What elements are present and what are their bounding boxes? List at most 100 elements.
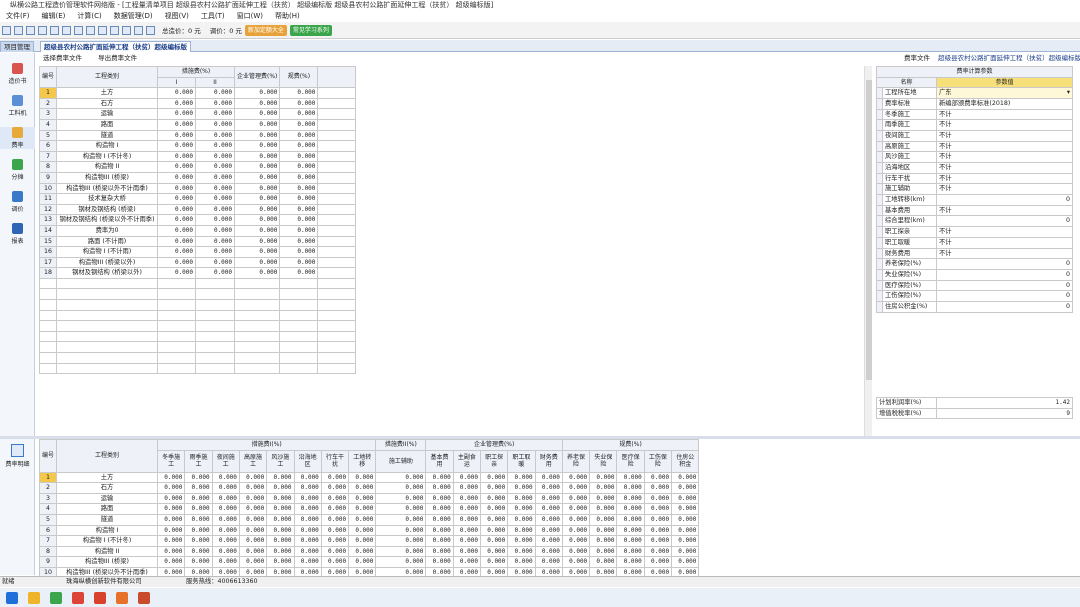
nav-item-0[interactable]: 造价书: [0, 63, 35, 85]
rate-cell[interactable]: 0.000: [425, 535, 454, 547]
rate-cell[interactable]: 0.000: [643, 524, 673, 537]
type-cell[interactable]: 构造物 II: [56, 161, 159, 173]
rate-cell[interactable]: 0.000: [348, 503, 377, 515]
nav-item-2[interactable]: 费率: [0, 127, 35, 149]
param-row[interactable]: 养老保险(%) 0: [876, 258, 1074, 270]
menu-item-7[interactable]: 帮助(H): [275, 10, 300, 22]
rate-cell[interactable]: 0.000: [234, 150, 281, 163]
rate-cell[interactable]: 0.000: [425, 503, 454, 515]
rate-cell[interactable]: 0.000: [643, 503, 673, 515]
rate-cell[interactable]: 0.000: [279, 129, 319, 142]
type-cell[interactable]: 构造物III (桥梁): [56, 171, 159, 184]
table-row[interactable]: 12 钢材及钢结构 (桥梁) 0.000 0.000 0.000 0.000: [38, 203, 357, 216]
rate-cell[interactable]: 0.000: [195, 87, 236, 99]
table-row[interactable]: 2 石方 0.000 0.000 0.000 0.000: [38, 97, 357, 110]
nav-item-5[interactable]: 报表: [0, 223, 35, 245]
rate-cell[interactable]: 0.000: [184, 535, 213, 547]
rate-cell[interactable]: 0.000: [195, 171, 236, 184]
type-cell[interactable]: 技术复杂大桥: [56, 193, 159, 205]
rate-cell[interactable]: 0.000: [671, 503, 700, 515]
rate-cell[interactable]: 0.000: [293, 556, 322, 568]
tax-rate-input[interactable]: 9: [936, 407, 1073, 420]
rate-cell[interactable]: 0.000: [195, 108, 236, 120]
rate-cell[interactable]: 0.000: [266, 524, 295, 537]
rate-cell[interactable]: 0.000: [671, 535, 700, 547]
rate-cell[interactable]: 0.000: [561, 545, 591, 558]
save-icon[interactable]: [2, 25, 11, 35]
table-row[interactable]: 9 构造物III (桥梁) 0.000 0.000 0.000 0.000 0.000 0.0…: [38, 556, 700, 568]
rate-cell[interactable]: 0.000: [157, 140, 197, 152]
rate-cell[interactable]: 0.000: [279, 256, 319, 269]
param-value[interactable]: 0: [935, 268, 1074, 281]
rate-cell[interactable]: 0.000: [157, 203, 197, 216]
rate-cell[interactable]: 0.000: [195, 140, 236, 152]
rate-cell[interactable]: 0.000: [375, 545, 427, 558]
param-row[interactable]: 职工探亲 不计: [876, 226, 1074, 238]
rate-cell[interactable]: 0.000: [234, 140, 281, 152]
rate-cell[interactable]: 0.000: [375, 471, 427, 484]
rate-cell[interactable]: 0.000: [616, 513, 645, 526]
rate-cell[interactable]: 0.000: [279, 224, 319, 237]
rate-cell[interactable]: 0.000: [211, 524, 240, 537]
table-row[interactable]: 6 构造物 I 0.000 0.000 0.000 0.000: [38, 140, 357, 152]
report-tool-icon[interactable]: [134, 25, 143, 35]
type-cell[interactable]: 钢材及钢结构 (桥梁): [56, 203, 159, 216]
rate-cell[interactable]: 0.000: [234, 108, 281, 120]
rate-cell[interactable]: 0.000: [320, 482, 350, 494]
param-row[interactable]: 住房公积金(%) 0: [876, 300, 1074, 313]
rate-cell[interactable]: 0.000: [234, 171, 281, 184]
rate-cell[interactable]: 0.000: [507, 492, 536, 505]
rate-cell[interactable]: 0.000: [195, 150, 236, 163]
rate-cell[interactable]: 0.000: [238, 503, 268, 515]
refresh-app-icon[interactable]: [50, 591, 62, 604]
rate-cell[interactable]: 0.000: [195, 97, 236, 110]
rate-cell[interactable]: 0.000: [425, 545, 454, 558]
rate-cell[interactable]: 0.000: [157, 524, 186, 537]
rate-cell[interactable]: 0.000: [234, 214, 281, 226]
rate-cell[interactable]: 0.000: [452, 556, 481, 568]
rate-cell[interactable]: 0.000: [157, 492, 186, 505]
rate-cell[interactable]: 0.000: [643, 556, 673, 568]
rate-cell[interactable]: 0.000: [589, 535, 618, 547]
param-value[interactable]: 不计: [935, 204, 1074, 217]
param-value[interactable]: 不计: [935, 172, 1074, 185]
param-row[interactable]: 失业保险(%) 0: [876, 268, 1074, 281]
table-row[interactable]: 11 技术复杂大桥 0.000 0.000 0.000 0.000: [38, 193, 357, 205]
rate-cell[interactable]: 0.000: [157, 118, 197, 131]
rate-cell[interactable]: 0.000: [184, 524, 213, 537]
rate-cell[interactable]: 0.000: [279, 171, 319, 184]
table-row[interactable]: 14 费率为0 0.000 0.000 0.000 0.000: [38, 224, 357, 237]
type-cell[interactable]: 构造物 I (不计冬): [56, 150, 159, 163]
type-cell[interactable]: 钢材及钢结构 (桥梁以外不计雨季): [56, 214, 159, 226]
rate-cell[interactable]: 0.000: [534, 503, 563, 515]
rate-cell[interactable]: 0.000: [157, 482, 186, 494]
rate-cell[interactable]: 0.000: [452, 471, 481, 484]
rate-cell[interactable]: 0.000: [589, 471, 618, 484]
rate-cell[interactable]: 0.000: [195, 182, 236, 195]
rate-cell[interactable]: 0.000: [195, 267, 236, 279]
rate-cell[interactable]: 0.000: [184, 513, 213, 526]
rate-cell[interactable]: 0.000: [157, 97, 197, 110]
param-value[interactable]: 0: [935, 300, 1074, 313]
rate-cell[interactable]: 0.000: [293, 545, 322, 558]
rate-file-value[interactable]: 超级县农村公路扩面延伸工程（扶贫）超级编标版: [938, 54, 1080, 62]
rate-cell[interactable]: 0.000: [534, 492, 563, 505]
rate-cell[interactable]: 0.000: [195, 161, 236, 173]
redo-icon[interactable]: [74, 25, 83, 35]
zongheng-icon[interactable]: [116, 591, 128, 604]
rate-cell[interactable]: 0.000: [479, 524, 509, 537]
rate-cell[interactable]: 0.000: [279, 182, 319, 195]
rate-cell[interactable]: 0.000: [195, 129, 236, 142]
rate-cell[interactable]: 0.000: [195, 214, 236, 226]
table-row[interactable]: 8 构造物 II 0.000 0.000 0.000 0.000 0.000 0.000 0.0…: [38, 545, 700, 558]
rate-cell[interactable]: 0.000: [589, 556, 618, 568]
rate-cell[interactable]: 0.000: [279, 87, 319, 99]
type-cell[interactable]: 路面: [56, 503, 159, 515]
rate-cell[interactable]: 0.000: [375, 535, 427, 547]
rate-cell[interactable]: 0.000: [234, 246, 281, 258]
rate-cell[interactable]: 0.000: [507, 513, 536, 526]
rate-cell[interactable]: 0.000: [279, 246, 319, 258]
rate-cell[interactable]: 0.000: [279, 140, 319, 152]
table-row[interactable]: 16 构造物 I (不计雨) 0.000 0.000 0.000 0.000: [38, 246, 357, 258]
rate-cell[interactable]: 0.000: [234, 97, 281, 110]
